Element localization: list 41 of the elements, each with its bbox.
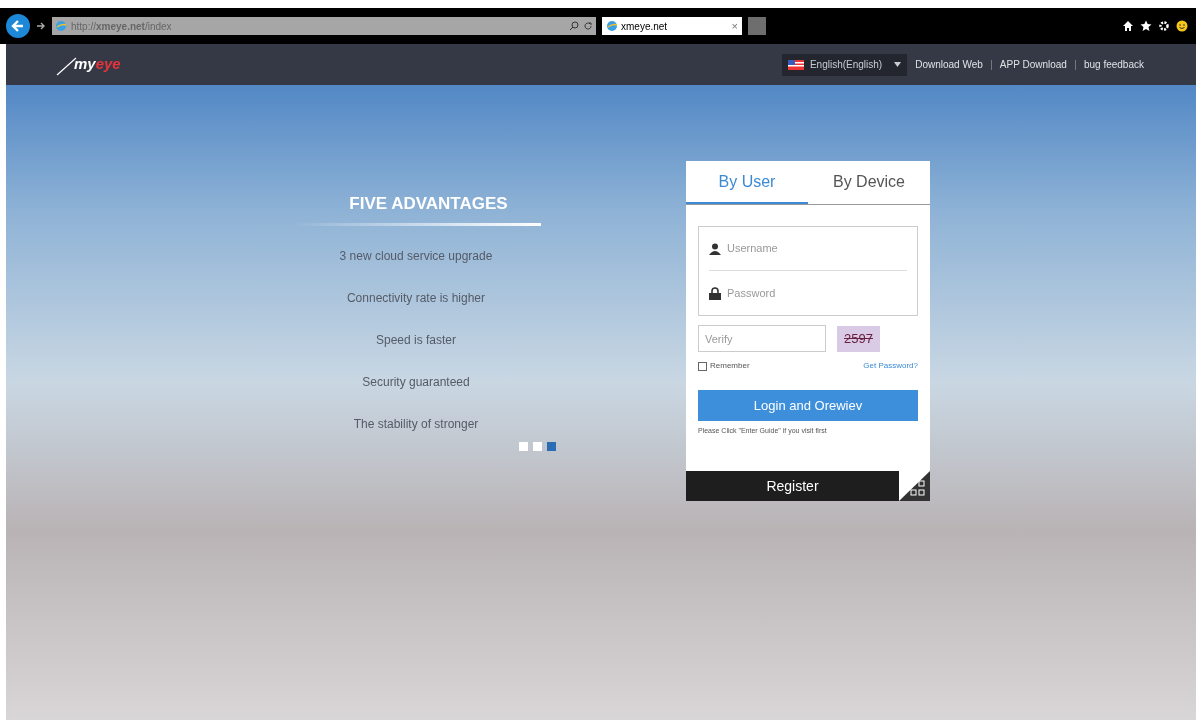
register-button[interactable]: Register — [686, 471, 899, 501]
remember-label: Remember — [710, 360, 750, 372]
refresh-icon[interactable] — [583, 21, 593, 31]
flag-icon — [787, 59, 804, 70]
section-title: FIVE ADVANTAGES — [349, 193, 508, 215]
settings-icon[interactable] — [1158, 20, 1170, 32]
username-field[interactable]: Username — [727, 240, 877, 257]
browser-tab[interactable]: xmeye.net × — [602, 17, 742, 35]
forward-arrow-icon[interactable] — [36, 21, 46, 31]
logo[interactable]: myeye — [56, 53, 121, 76]
captcha-image[interactable]: 2597 — [837, 325, 880, 352]
advantage-text: 3 new cloud service upgrade — [339, 247, 493, 265]
language-dropdown[interactable]: English(English) — [781, 53, 908, 76]
advantage-text: Security guaranteed — [362, 373, 470, 391]
get-password-link[interactable]: Get Password? — [863, 360, 918, 372]
globe-icon — [55, 20, 67, 32]
header-link[interactable]: APP Download — [997, 57, 1069, 72]
home-icon[interactable] — [1122, 20, 1134, 32]
login-tab[interactable]: By User — [686, 161, 808, 204]
arrow-left-icon — [11, 19, 25, 33]
smiley-icon[interactable] — [1176, 20, 1188, 32]
header-link[interactable]: Download Web — [913, 57, 985, 72]
globe-icon — [606, 20, 618, 32]
advantage-text: The stability of stronger — [353, 415, 479, 433]
url-text: http://xmeye.net/index — [71, 19, 173, 34]
verify-field[interactable]: Verify — [698, 325, 826, 352]
qr-code-corner-icon[interactable] — [899, 471, 930, 501]
header-link[interactable]: bug feedback — [1081, 57, 1146, 72]
advantage-text: Connectivity rate is higher — [346, 289, 486, 307]
caret-icon — [894, 62, 902, 67]
remember-checkbox[interactable] — [698, 361, 707, 371]
password-field[interactable]: Password — [727, 284, 877, 302]
advantage-text: Speed is faster — [375, 331, 456, 349]
user-icon — [709, 242, 721, 255]
star-icon[interactable] — [1140, 20, 1152, 32]
lock-icon — [709, 286, 721, 300]
tab-title: xmeye.net — [621, 19, 669, 34]
tab-close-button[interactable]: × — [731, 17, 738, 35]
search-icon[interactable] — [569, 21, 579, 31]
login-tab[interactable]: By Device — [808, 161, 930, 204]
back-button[interactable] — [6, 14, 30, 38]
